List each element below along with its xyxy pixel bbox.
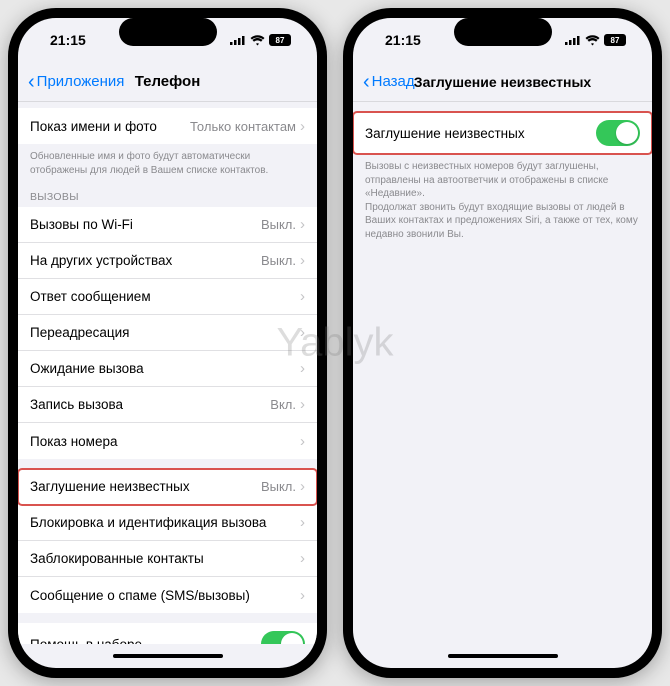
signal-icon — [565, 35, 581, 45]
back-label: Назад — [372, 73, 415, 90]
chevron-right-icon: › — [300, 360, 305, 377]
row-dial-assist: Помощь в наборе — [18, 623, 317, 644]
home-indicator[interactable] — [353, 644, 652, 668]
wifi-icon — [585, 35, 600, 46]
row-blocked-contacts[interactable]: Заблокированные контакты › — [18, 541, 317, 577]
row-call-recording[interactable]: Запись вызова Вкл. › — [18, 387, 317, 423]
row-other-devices[interactable]: На других устройствах Выкл. › — [18, 243, 317, 279]
chevron-right-icon: › — [300, 550, 305, 567]
chevron-right-icon: › — [300, 433, 305, 450]
status-time: 21:15 — [50, 32, 86, 48]
row-spam-report[interactable]: Сообщение о спаме (SMS/вызовы) › — [18, 577, 317, 613]
row-call-waiting[interactable]: Ожидание вызова › — [18, 351, 317, 387]
battery-icon: 87 — [604, 34, 626, 46]
battery-icon: 87 — [269, 34, 291, 46]
chevron-left-icon: ‹ — [363, 72, 370, 92]
nav-bar: ‹ Назад Заглушение неизвестных — [353, 62, 652, 102]
home-indicator[interactable] — [18, 644, 317, 668]
chevron-right-icon: › — [300, 216, 305, 233]
chevron-right-icon: › — [300, 396, 305, 413]
chevron-right-icon: › — [300, 324, 305, 341]
silence-unknown-toggle[interactable] — [596, 120, 640, 146]
chevron-right-icon: › — [300, 252, 305, 269]
back-label: Приложения — [37, 73, 125, 90]
back-button[interactable]: ‹ Приложения — [28, 72, 124, 92]
row-call-forwarding[interactable]: Переадресация › — [18, 315, 317, 351]
silence-footer: Вызовы с неизвестных номеров будут заглу… — [353, 154, 652, 243]
phone-left: 21:15 87 ‹ Приложения Телефон — [8, 8, 327, 678]
calls-header: ВЫЗОВЫ — [18, 179, 317, 207]
signal-icon — [230, 35, 246, 45]
dynamic-island — [454, 18, 552, 46]
status-time: 21:15 — [385, 32, 421, 48]
chevron-right-icon: › — [300, 118, 305, 135]
dial-assist-toggle[interactable] — [261, 631, 305, 644]
chevron-right-icon: › — [300, 288, 305, 305]
wifi-icon — [250, 35, 265, 46]
chevron-right-icon: › — [300, 478, 305, 495]
chevron-right-icon: › — [300, 514, 305, 531]
row-wifi-calling[interactable]: Вызовы по Wi‑Fi Выкл. › — [18, 207, 317, 243]
row-name-photo[interactable]: Показ имени и фото Только контактам › — [18, 108, 317, 144]
row-silence-unknown[interactable]: Заглушение неизвестных Выкл. › — [18, 469, 317, 505]
nav-bar: ‹ Приложения Телефон — [18, 62, 317, 102]
chevron-left-icon: ‹ — [28, 72, 35, 92]
dynamic-island — [119, 18, 217, 46]
row-respond-text[interactable]: Ответ сообщением › — [18, 279, 317, 315]
row-call-blocking-id[interactable]: Блокировка и идентификация вызова › — [18, 505, 317, 541]
row-silence-unknown-toggle: Заглушение неизвестных — [353, 112, 652, 154]
name-footer: Обновленные имя и фото будут автоматичес… — [18, 144, 317, 179]
row-show-number[interactable]: Показ номера › — [18, 423, 317, 459]
chevron-right-icon: › — [300, 587, 305, 604]
phone-right: 21:15 87 ‹ Назад Заглушение неизвестных — [343, 8, 662, 678]
back-button[interactable]: ‹ Назад — [363, 72, 415, 92]
